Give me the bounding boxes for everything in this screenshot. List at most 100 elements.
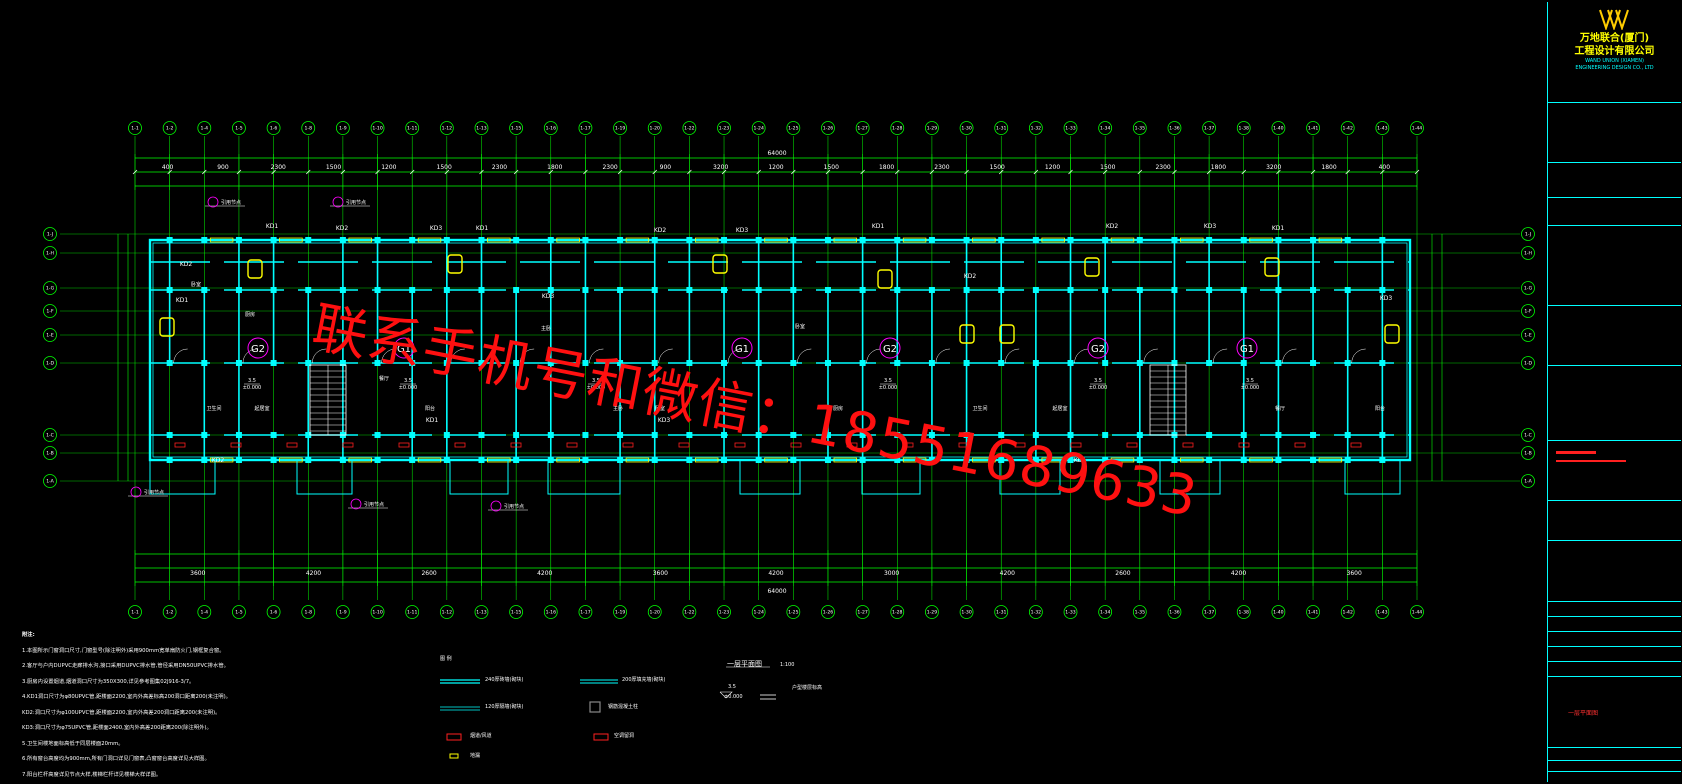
company-logo: 万地联合(厦门) 工程设计有限公司 WAND UNION (XIAMEN) EN… bbox=[1548, 2, 1681, 103]
axis-bubble-label: 1-10 bbox=[372, 610, 383, 616]
column bbox=[270, 287, 277, 293]
column bbox=[894, 287, 901, 293]
axis-bubble-label: 1-43 bbox=[1377, 126, 1388, 132]
column bbox=[201, 360, 208, 366]
balcony bbox=[547, 460, 621, 495]
sig-row bbox=[1548, 662, 1681, 677]
balcony bbox=[739, 460, 801, 495]
balcony bbox=[1344, 460, 1401, 495]
axis-bubble-label: 1-12 bbox=[442, 610, 453, 616]
column bbox=[790, 457, 797, 463]
column bbox=[998, 360, 1005, 366]
column bbox=[1344, 287, 1351, 293]
ac-hole-marker bbox=[566, 442, 578, 448]
axis-bubble-label: 1-9 bbox=[339, 610, 347, 616]
sig-row bbox=[1548, 617, 1681, 632]
dim-value-bottom: 4200 bbox=[768, 570, 783, 577]
legend-floor-drain: 地漏 bbox=[470, 753, 481, 759]
signature-grid bbox=[1548, 587, 1681, 677]
column bbox=[443, 237, 450, 243]
column bbox=[651, 287, 658, 293]
balcony bbox=[149, 460, 216, 495]
elevation-value: 3.5 bbox=[248, 378, 256, 384]
row-bubble-label: 1-B bbox=[1524, 451, 1532, 457]
dim-value-top: 1500 bbox=[1100, 164, 1115, 171]
legend-smoke-duct: 烟道/风道 bbox=[470, 733, 492, 739]
column bbox=[1067, 360, 1074, 366]
room-label: 厨房 bbox=[245, 311, 255, 318]
ac-hole-marker bbox=[286, 442, 298, 448]
axis-bubble-label: 1-40 bbox=[1273, 610, 1284, 616]
column bbox=[1275, 287, 1282, 293]
row-bubble-label: 1-A bbox=[1524, 479, 1532, 485]
dim-value-bottom: 3000 bbox=[884, 570, 899, 577]
ref-bubble bbox=[332, 196, 344, 208]
dim-total-top: 64000 bbox=[767, 150, 786, 157]
column bbox=[582, 287, 589, 293]
axis-bubble-label: 1-19 bbox=[615, 610, 626, 616]
sig-row bbox=[1548, 602, 1681, 617]
kd-label: KD1 bbox=[426, 417, 439, 424]
ref-bubble bbox=[207, 196, 219, 208]
axis-bubble-label: 1-44 bbox=[1412, 126, 1423, 132]
legend-ac-hole: 空调留洞 bbox=[614, 733, 635, 739]
legend-column-swatch bbox=[589, 701, 601, 713]
note-item: 7.阳台栏杆高度详见节点大样,楼梯栏杆详见楼梯大样详图。 bbox=[22, 771, 162, 778]
column bbox=[1206, 237, 1213, 243]
ac-hole-marker bbox=[678, 442, 690, 448]
row-bubble-label: 1-J bbox=[47, 232, 53, 238]
column bbox=[270, 237, 277, 243]
kd-label: KD2 bbox=[212, 457, 225, 464]
ac-hole-marker bbox=[1294, 442, 1306, 448]
kd-label: KD3 bbox=[1380, 295, 1393, 302]
axis-bubble-label: 1-1 bbox=[131, 610, 139, 616]
column bbox=[1136, 360, 1143, 366]
axis-bubble-label: 1-22 bbox=[684, 126, 695, 132]
column bbox=[859, 237, 866, 243]
axis-bubble-label: 1-42 bbox=[1342, 610, 1353, 616]
column bbox=[166, 432, 173, 438]
column bbox=[1310, 432, 1317, 438]
column bbox=[409, 432, 416, 438]
dim-value-top: 1200 bbox=[381, 164, 396, 171]
axis-bubble-label: 1-35 bbox=[1135, 610, 1146, 616]
axis-bubble-label: 1-8 bbox=[304, 610, 312, 616]
column bbox=[201, 287, 208, 293]
room-label: 阳台 bbox=[1375, 405, 1385, 412]
axis-bubble-label: 1-24 bbox=[753, 610, 764, 616]
kd-label: KD1 bbox=[266, 223, 279, 230]
column bbox=[790, 237, 797, 243]
kd-label: KD1 bbox=[476, 225, 489, 232]
ref-label: 引用节点 bbox=[504, 503, 524, 510]
column bbox=[721, 237, 728, 243]
door-swing bbox=[797, 348, 812, 364]
column bbox=[859, 287, 866, 293]
note-item: 2.客厅与户内DUPVC走廊排水沟,接口采用DUPVC排水管,管径采用DN50U… bbox=[22, 663, 229, 669]
column bbox=[478, 287, 485, 293]
dim-value-top: 1800 bbox=[1211, 164, 1226, 171]
axis-bubble-label: 1-27 bbox=[857, 126, 868, 132]
column bbox=[651, 237, 658, 243]
axis-bubble-label: 1-11 bbox=[407, 126, 418, 132]
column bbox=[547, 432, 554, 438]
axis-bubble-label: 1-20 bbox=[650, 126, 661, 132]
axis-bubble-label: 1-29 bbox=[927, 126, 938, 132]
column bbox=[755, 457, 762, 463]
axis-bubble-label: 1-37 bbox=[1204, 610, 1215, 616]
tb-row-8 bbox=[1548, 500, 1681, 541]
column bbox=[166, 287, 173, 293]
column bbox=[1344, 360, 1351, 366]
column bbox=[1275, 360, 1282, 366]
legend-wall-200: 200厚填充墙(砌块) bbox=[622, 677, 666, 683]
column bbox=[1379, 457, 1386, 463]
row-bubble-label: 1-E bbox=[1524, 333, 1532, 339]
dim-value-top: 2300 bbox=[271, 164, 286, 171]
axis-bubble-label: 1-34 bbox=[1100, 126, 1111, 132]
column bbox=[894, 237, 901, 243]
room-label: 起居室 bbox=[1052, 405, 1067, 412]
column bbox=[201, 457, 208, 463]
column bbox=[721, 457, 728, 463]
column bbox=[998, 237, 1005, 243]
column bbox=[1206, 287, 1213, 293]
dim-value-top: 1800 bbox=[879, 164, 894, 171]
